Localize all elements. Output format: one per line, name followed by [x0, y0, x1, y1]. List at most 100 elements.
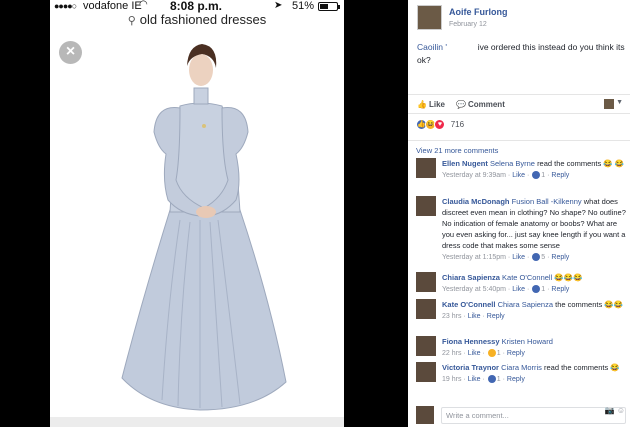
close-icon[interactable]: × — [59, 41, 82, 64]
comment-time[interactable]: 22 hrs — [442, 350, 461, 357]
comment-time[interactable]: 19 hrs — [442, 376, 461, 383]
dress-photo — [121, 44, 287, 411]
reaction-count: 716 — [450, 120, 465, 129]
comment-body: Chiara Sapienza Kate O'Connell 😂😂😂 Yeste… — [442, 272, 626, 295]
comment-meta: 22 hrs · Like · 1 · Reply — [442, 349, 525, 358]
comment-reply-link[interactable]: Reply — [487, 313, 505, 320]
post-date[interactable]: February 12 — [449, 21, 487, 28]
thumbs-up-icon: 👍 — [417, 100, 427, 109]
comment-like-link[interactable]: Like — [512, 172, 525, 179]
comment-body: Fiona Hennessy Kristen Howard 22 hrs · L… — [442, 336, 626, 359]
comment-reply-link[interactable]: Reply — [507, 350, 525, 357]
comment-reply-link[interactable]: Reply — [551, 254, 569, 261]
comment-time[interactable]: Yesterday at 1:15pm — [442, 254, 506, 261]
comment-mention[interactable]: Ciara Morris — [501, 363, 542, 372]
search-icon: ⚲ — [127, 15, 136, 27]
like-reaction-icon — [532, 253, 541, 262]
comment-reply-link[interactable]: Reply — [551, 172, 569, 179]
comment-icon: 💬 — [456, 100, 466, 109]
comment-reply-link[interactable]: Reply — [507, 376, 525, 383]
view-more-comments-link[interactable]: View 21 more comments — [416, 146, 498, 155]
divider — [408, 140, 630, 141]
phone-screenshot: ●●●●○ vodafone IE ◠ 8:08 p.m. ➤ 51% ⚲ old… — [50, 0, 344, 427]
comment-emoji: 😂 😂 — [603, 159, 625, 168]
comment-mention[interactable]: Chiara Sapienza — [498, 300, 553, 309]
comment-mention[interactable]: Kate O'Connell — [502, 273, 552, 282]
comment-body: Ellen Nugent Selena Byrne read the comme… — [442, 158, 626, 181]
comment-like-link[interactable]: Like — [512, 286, 525, 293]
camera-icon[interactable]: 📷 — [605, 406, 615, 415]
commenter-name[interactable]: Ellen Nugent — [442, 159, 488, 168]
comment-meta: 19 hrs · Like · 1 · Reply — [442, 375, 525, 384]
viewer-avatar[interactable] — [604, 99, 614, 109]
facebook-post: Aoife Furlong February 12 Caoilin ' ive … — [408, 0, 630, 427]
comment-time[interactable]: Yesterday at 5:40pm — [442, 286, 506, 293]
comment-reaction-count: 1 — [541, 172, 546, 179]
commenter-avatar[interactable] — [416, 272, 436, 292]
comment-meta: Yesterday at 1:15pm · Like · 5 · Reply — [442, 253, 570, 262]
comment-text: the comments — [555, 300, 603, 309]
commenter-name[interactable]: Claudia McDonagh — [442, 197, 510, 206]
model-face — [189, 54, 213, 86]
comment-like-link[interactable]: Like — [468, 350, 481, 357]
post-mention[interactable]: Caoilin ' — [417, 42, 447, 52]
carrier-name: vodafone IE — [83, 0, 142, 12]
search-query: old fashioned dresses — [139, 12, 267, 27]
comment-time[interactable]: Yesterday at 9:39am — [442, 172, 506, 179]
comment-reply-link[interactable]: Reply — [551, 286, 569, 293]
commenter-avatar[interactable] — [416, 158, 436, 178]
haha-reaction-icon — [487, 349, 496, 358]
comment-mention[interactable]: Fusion Ball -Kilkenny — [512, 197, 582, 206]
comment-input[interactable]: Write a comment... — [441, 407, 626, 424]
comment-time[interactable]: 23 hrs — [442, 313, 461, 320]
post-action-bar: 👍 Like 💬 Comment ▼ — [408, 94, 630, 114]
dress-skirt — [121, 209, 287, 411]
comment-text: read the comments — [537, 159, 602, 168]
commenter-name[interactable]: Chiara Sapienza — [442, 273, 500, 282]
comment-body: Claudia McDonagh Fusion Ball -Kilkenny w… — [442, 196, 626, 263]
author-name[interactable]: Aoife Furlong — [449, 7, 508, 17]
comment-body: Kate O'Connell Chiara Sapienza the comme… — [442, 299, 626, 322]
commenter-name[interactable]: Victoria Traynor — [442, 363, 499, 372]
location-arrow-icon: ➤ — [274, 0, 283, 11]
reaction-summary[interactable]: 👍 😆 ♥ 716 — [416, 119, 464, 133]
signal-strength-icon: ●●●●○ — [54, 1, 77, 11]
like-reaction-icon — [532, 285, 541, 294]
commenter-avatar[interactable] — [416, 336, 436, 356]
commenter-avatar[interactable] — [416, 299, 436, 319]
battery-fill — [320, 4, 328, 9]
comment-meta: 23 hrs · Like · Reply — [442, 313, 505, 320]
post-text: Caoilin ' ive ordered this instead do yo… — [417, 41, 627, 67]
like-button[interactable]: 👍 Like — [417, 100, 445, 109]
comment-text: read the comments — [544, 363, 609, 372]
comment-like-link[interactable]: Like — [468, 376, 481, 383]
comment-label: Comment — [467, 100, 505, 109]
love-reaction-icon: ♥ — [434, 119, 446, 130]
comment-reaction-count: 5 — [541, 254, 546, 261]
caret-down-icon[interactable]: ▼ — [616, 99, 623, 106]
comment-meta: Yesterday at 5:40pm · Like · 1 · Reply — [442, 285, 570, 294]
comment-like-link[interactable]: Like — [512, 254, 525, 261]
sticker-icon[interactable]: ☺ — [617, 406, 625, 415]
battery-percent: 51% — [292, 0, 315, 12]
commenter-name[interactable]: Fiona Hennessy — [442, 337, 500, 346]
comment-emoji: 😂 — [610, 363, 620, 372]
comment-button[interactable]: 💬 Comment — [456, 100, 505, 109]
wifi-icon: ◠ — [139, 0, 148, 10]
comment-mention[interactable]: Selena Byrne — [490, 159, 535, 168]
commenter-name[interactable]: Kate O'Connell — [442, 300, 495, 309]
commenter-avatar[interactable] — [416, 362, 436, 382]
post-header: Aoife Furlong February 12 — [408, 0, 630, 40]
comment-composer: Write a comment... 📷 ☺ — [408, 404, 630, 427]
commenter-avatar[interactable] — [416, 196, 436, 216]
post-body: ive ordered this instead do you think it… — [417, 42, 625, 65]
comment-emoji: 😂😂 — [604, 300, 623, 309]
search-bar[interactable]: ⚲ old fashioned dresses — [50, 12, 344, 30]
author-avatar[interactable] — [417, 5, 442, 30]
image-viewer[interactable]: × — [50, 30, 344, 427]
comment-like-link[interactable]: Like — [468, 313, 481, 320]
comment-body: Victoria Traynor Ciara Morris read the c… — [442, 362, 626, 385]
comment-reaction-count: 1 — [496, 350, 501, 357]
comment-mention[interactable]: Kristen Howard — [502, 337, 553, 346]
like-reaction-icon — [487, 375, 496, 384]
